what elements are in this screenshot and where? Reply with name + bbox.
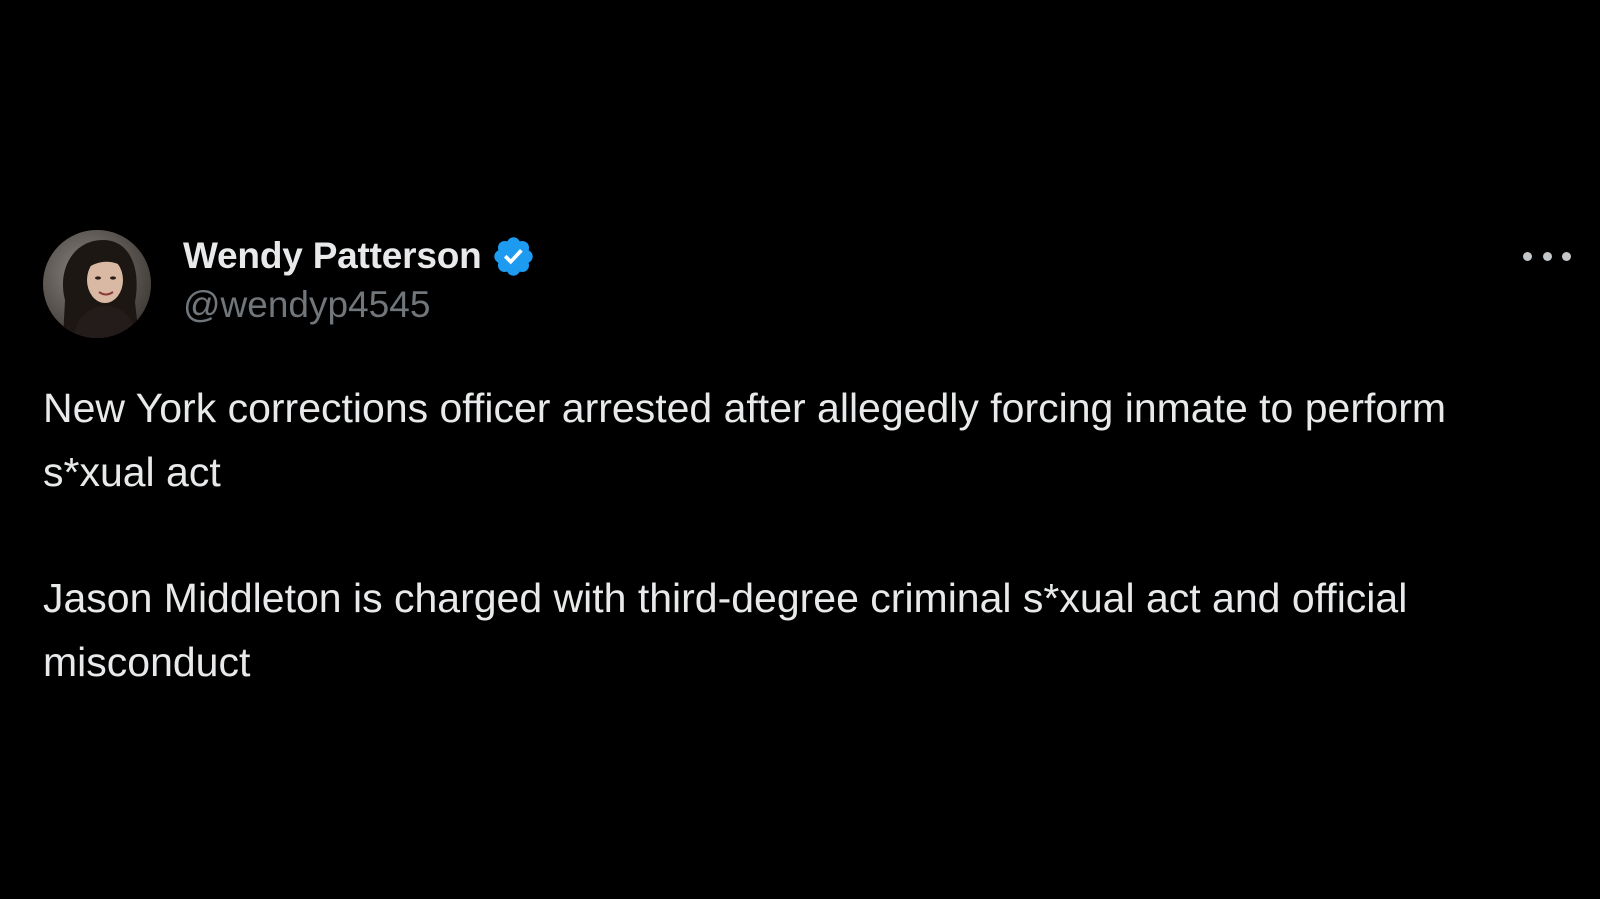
tweet-card: Wendy Patterson @wendyp4545 New York cor… bbox=[43, 230, 1573, 700]
user-handle[interactable]: @wendyp4545 bbox=[183, 284, 536, 326]
dot-icon bbox=[1562, 251, 1571, 261]
tweet-paragraph: Jason Middleton is charged with third-de… bbox=[43, 575, 1419, 685]
name-row: Wendy Patterson bbox=[183, 230, 536, 282]
tweet-paragraph: New York corrections officer arrested af… bbox=[43, 385, 1458, 495]
verified-badge-icon bbox=[491, 234, 536, 279]
ellipsis-horizontal-icon[interactable] bbox=[1523, 244, 1571, 268]
dot-icon bbox=[1542, 251, 1552, 261]
display-name[interactable]: Wendy Patterson bbox=[183, 235, 482, 277]
tweet-text: New York corrections officer arrested af… bbox=[43, 376, 1543, 694]
avatar[interactable] bbox=[43, 230, 151, 338]
dot-icon bbox=[1523, 251, 1532, 261]
user-info: Wendy Patterson @wendyp4545 bbox=[183, 230, 536, 326]
